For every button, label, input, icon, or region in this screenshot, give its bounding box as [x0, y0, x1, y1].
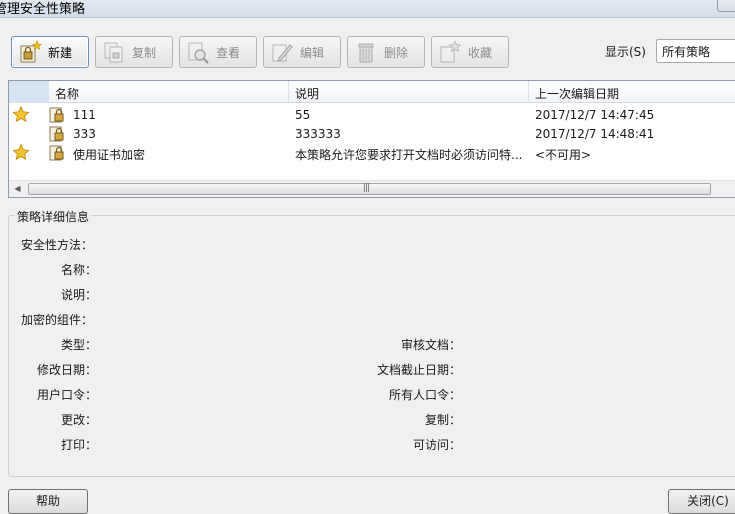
row-description: 333333	[295, 127, 341, 141]
table-row[interactable]: 使用证书加密 本策略允许您要求打开文档时必须访问特... <不可用>	[9, 143, 735, 162]
policy-details-group: 策略详细信息 安全性方法： 名称： 说明： 加密的组件： 类型： 修改日期： 用…	[8, 208, 735, 477]
view-button-label: 查看	[216, 45, 241, 60]
edit-icon	[270, 40, 294, 64]
header-last-edited[interactable]: 上一次编辑日期	[529, 81, 735, 103]
doc-expiry-label: 文档截止日期：	[376, 363, 461, 377]
close-button[interactable]: 关闭(C)	[668, 489, 735, 514]
header-favorite-column[interactable]	[9, 81, 49, 103]
delete-button[interactable]: 删除	[347, 36, 425, 68]
show-filter-select[interactable]: 所有策略	[656, 39, 735, 63]
description-label: 说明：	[60, 288, 97, 302]
name-label: 名称：	[60, 263, 97, 277]
view-icon	[186, 40, 210, 64]
policy-lock-icon	[49, 126, 64, 142]
favorite-star-icon[interactable]	[12, 106, 30, 123]
copy-permission-label: 复制：	[424, 413, 461, 427]
row-last-edited: 2017/12/7 14:48:41	[535, 127, 655, 141]
help-button[interactable]: 帮助	[8, 489, 88, 514]
row-last-edited: <不可用>	[535, 148, 592, 162]
favorite-star-icon	[438, 40, 462, 64]
table-row[interactable]: 111 55 2017/12/7 14:47:45	[9, 105, 735, 124]
new-button-label: 新建	[48, 45, 73, 60]
type-label: 类型：	[60, 338, 97, 352]
changes-label: 更改：	[60, 413, 97, 427]
policy-table: 名称 说明 上一次编辑日期 111 55 2017/12/7 14:47:45 …	[8, 80, 735, 198]
policy-lock-icon	[49, 145, 64, 161]
new-policy-icon	[18, 40, 42, 64]
grip-icon: |||	[363, 183, 370, 193]
policy-lock-icon	[49, 107, 64, 123]
table-header: 名称 说明 上一次编辑日期	[9, 81, 735, 103]
user-password-label: 用户口令：	[36, 388, 97, 402]
print-label: 打印：	[60, 438, 97, 452]
row-last-edited: 2017/12/7 14:47:45	[535, 108, 655, 122]
row-description: 本策略允许您要求打开文档时必须访问特...	[295, 148, 523, 162]
horizontal-scrollbar[interactable]: ◀ |||	[9, 180, 735, 197]
favorite-button-label: 收藏	[468, 45, 493, 60]
edit-button[interactable]: 编辑	[263, 36, 341, 68]
table-row[interactable]: 333 333333 2017/12/7 14:48:41	[9, 124, 735, 143]
new-button[interactable]: 新建	[11, 36, 89, 68]
window-title: 管理安全性策略	[0, 2, 86, 17]
scrollbar-thumb[interactable]: |||	[28, 183, 711, 195]
copy-icon	[102, 40, 126, 64]
copy-button[interactable]: 复制	[95, 36, 173, 68]
edit-button-label: 编辑	[300, 45, 325, 60]
security-method-label: 安全性方法：	[21, 238, 94, 252]
header-name[interactable]: 名称	[49, 81, 289, 103]
scroll-left-icon[interactable]: ◀	[9, 181, 26, 197]
row-name: 111	[73, 108, 96, 122]
copy-button-label: 复制	[132, 45, 157, 60]
row-name: 333	[73, 127, 96, 141]
favorite-button[interactable]: 收藏	[431, 36, 509, 68]
favorite-star-icon[interactable]	[12, 144, 30, 161]
review-docs-label: 审核文档：	[400, 338, 461, 352]
encrypted-components-label: 加密的组件：	[21, 313, 94, 327]
details-legend: 策略详细信息	[15, 208, 92, 225]
row-description: 55	[295, 108, 311, 122]
trash-icon	[354, 40, 378, 64]
delete-button-label: 删除	[384, 45, 409, 60]
title-bar: 管理安全性策略	[0, 0, 735, 18]
row-name: 使用证书加密	[73, 148, 146, 162]
view-button[interactable]: 查看	[179, 36, 257, 68]
close-window-icon[interactable]	[717, 0, 735, 12]
show-filter-label: 显示(S)	[605, 45, 646, 59]
owner-password-label: 所有人口令：	[388, 388, 461, 402]
header-description[interactable]: 说明	[289, 81, 529, 103]
modified-date-label: 修改日期：	[36, 363, 97, 377]
show-filter-value: 所有策略	[662, 45, 711, 59]
accessible-label: 可访问：	[412, 438, 461, 452]
